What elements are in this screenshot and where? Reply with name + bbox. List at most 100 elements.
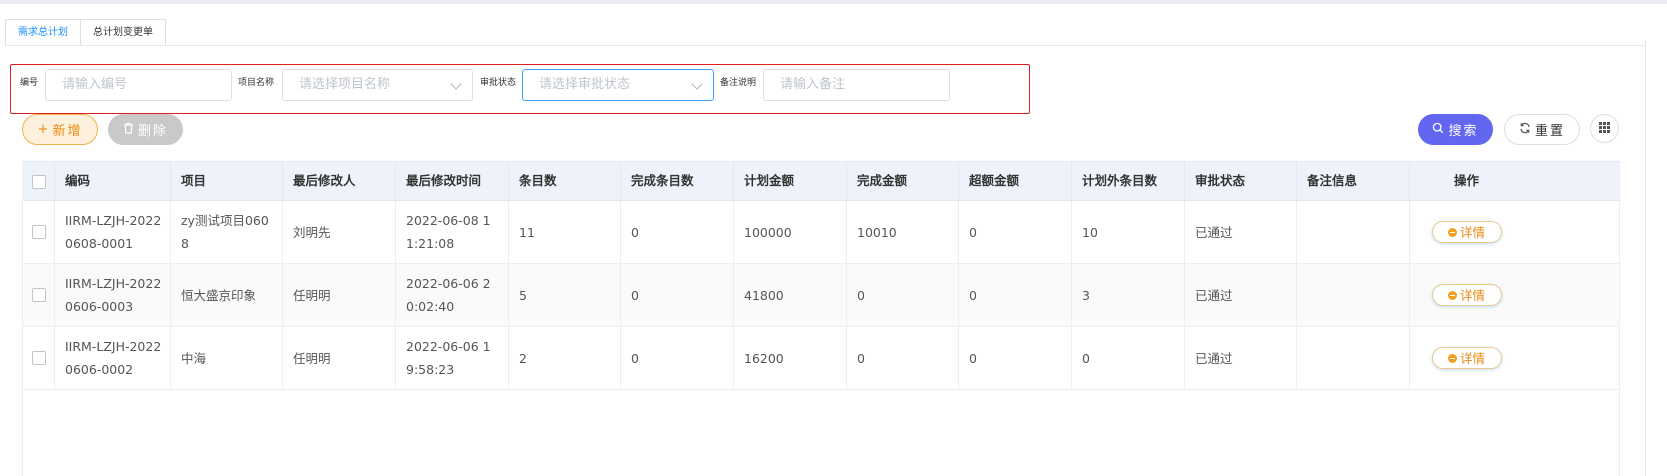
delete-button-label: 删除: [137, 124, 168, 139]
done-amount-cell: 0: [847, 327, 959, 389]
done-amount-cell: 10010: [847, 201, 959, 263]
status-select-placeholder: 请选择审批状态: [539, 77, 631, 92]
project-select[interactable]: 请选择项目名称: [282, 69, 473, 101]
column-header[interactable]: 审批状态: [1185, 162, 1297, 201]
column-header[interactable]: 最后修改时间: [396, 162, 509, 201]
remark-cell: [1297, 327, 1410, 389]
done-items-cell: 0: [621, 201, 734, 263]
column-header[interactable]: 最后修改人: [283, 162, 396, 201]
status-select[interactable]: 请选择审批状态: [522, 69, 714, 101]
action-cell: 详情: [1410, 264, 1523, 326]
column-header[interactable]: 完成金额: [847, 162, 959, 201]
column-header[interactable]: 备注信息: [1297, 162, 1410, 201]
search-icon: [1432, 122, 1444, 138]
code-input[interactable]: 请输入编号: [45, 69, 232, 101]
column-header: 操作: [1453, 173, 1479, 188]
trash-icon: [123, 122, 134, 138]
extra-items-cell: 0: [1072, 327, 1185, 389]
action-cell: 详情: [1410, 201, 1523, 263]
project-cell: 中海: [171, 327, 283, 389]
plan-table: 编码 项目 最后修改人 最后修改时间 条目数 完成条目数 计划金额 完成金额 超…: [22, 161, 1620, 476]
detail-button[interactable]: 详情: [1431, 284, 1502, 306]
modifier-cell: 任明明: [283, 264, 396, 326]
code-cell: IIRM-LZJH-20220608-0001: [55, 201, 171, 263]
chevron-down-icon: [450, 78, 462, 90]
done-items-cell: 0: [621, 327, 734, 389]
code-cell: IIRM-LZJH-20220606-0002: [55, 327, 171, 389]
detail-button-label: 详情: [1459, 287, 1485, 303]
select-all-cell: [23, 162, 55, 201]
status-cell: 已通过: [1185, 327, 1297, 389]
add-button[interactable]: + 新增: [22, 114, 98, 145]
select-all-checkbox[interactable]: [31, 174, 46, 189]
over-amount-cell: 0: [959, 327, 1072, 389]
time-cell: 2022-06-06 19:58:23: [396, 327, 509, 389]
modifier-cell: 任明明: [283, 327, 396, 389]
remark-input[interactable]: 请输入备注: [763, 69, 950, 101]
row-checkbox[interactable]: [31, 351, 46, 365]
delete-button[interactable]: 删除: [108, 114, 183, 145]
search-button-label: 搜索: [1448, 124, 1479, 139]
detail-icon: [1447, 227, 1457, 237]
row-checkbox-cell: [23, 264, 55, 326]
add-button-label: 新增: [52, 124, 83, 139]
row-checkbox[interactable]: [31, 288, 46, 302]
table-row[interactable]: IIRM-LZJH-20220606-0003 恒大盛京印象 任明明 2022-…: [23, 264, 1619, 327]
grid-icon: [1599, 121, 1610, 136]
plan-amount-cell: 16200: [734, 327, 847, 389]
tab-plan-change[interactable]: 总计划变更单: [81, 19, 166, 45]
items-cell: 5: [509, 264, 621, 326]
time-cell: 2022-06-08 11:21:08: [396, 201, 509, 263]
detail-button-label: 详情: [1459, 350, 1485, 366]
refresh-icon: [1519, 122, 1531, 138]
detail-button[interactable]: 详情: [1431, 347, 1502, 369]
plus-icon: +: [37, 122, 49, 137]
column-header[interactable]: 计划金额: [734, 162, 847, 201]
plan-amount-cell: 100000: [734, 201, 847, 263]
row-checkbox-cell: [23, 327, 55, 389]
column-header[interactable]: 计划外条目数: [1072, 162, 1185, 201]
project-cell: 恒大盛京印象: [171, 264, 283, 326]
table-row[interactable]: IIRM-LZJH-20220606-0002 中海 任明明 2022-06-0…: [23, 327, 1619, 390]
column-settings-button[interactable]: [1590, 114, 1619, 143]
tab-demand-plan[interactable]: 需求总计划: [5, 19, 81, 45]
extra-items-cell: 3: [1072, 264, 1185, 326]
modifier-cell: 刘明先: [283, 201, 396, 263]
search-button[interactable]: 搜索: [1418, 114, 1493, 145]
done-amount-cell: 0: [847, 264, 959, 326]
over-amount-cell: 0: [959, 264, 1072, 326]
items-cell: 2: [509, 327, 621, 389]
detail-icon: [1447, 353, 1457, 363]
reset-button[interactable]: 重置: [1504, 114, 1580, 145]
project-label: 项目名称: [238, 78, 275, 88]
detail-icon: [1447, 290, 1457, 300]
project-cell: zy测试项目0608: [171, 201, 283, 263]
status-label: 审批状态: [480, 78, 517, 88]
code-cell: IIRM-LZJH-20220606-0003: [55, 264, 171, 326]
column-header[interactable]: 超额金额: [959, 162, 1072, 201]
remark-cell: [1297, 264, 1410, 326]
project-select-placeholder: 请选择项目名称: [299, 77, 391, 92]
column-header[interactable]: 完成条目数: [621, 162, 734, 201]
reset-button-label: 重置: [1534, 124, 1565, 139]
column-header[interactable]: 条目数: [509, 162, 621, 201]
table-row[interactable]: IIRM-LZJH-20220608-0001 zy测试项目0608 刘明先 2…: [23, 201, 1619, 264]
status-cell: 已通过: [1185, 264, 1297, 326]
chevron-down-icon: [691, 78, 703, 90]
remark-label: 备注说明: [720, 78, 757, 88]
content-right-border: [1645, 40, 1646, 476]
done-items-cell: 0: [621, 264, 734, 326]
top-strip: [0, 0, 1667, 4]
extra-items-cell: 10: [1072, 201, 1185, 263]
row-checkbox-cell: [23, 201, 55, 263]
column-header[interactable]: 项目: [171, 162, 283, 201]
detail-button-label: 详情: [1459, 224, 1485, 240]
remark-cell: [1297, 201, 1410, 263]
status-cell: 已通过: [1185, 201, 1297, 263]
detail-button[interactable]: 详情: [1431, 221, 1502, 243]
tabs-divider: [5, 45, 1645, 46]
column-header[interactable]: 编码: [55, 162, 171, 201]
row-checkbox[interactable]: [31, 225, 46, 239]
plan-amount-cell: 41800: [734, 264, 847, 326]
action-cell: 详情: [1410, 327, 1523, 389]
